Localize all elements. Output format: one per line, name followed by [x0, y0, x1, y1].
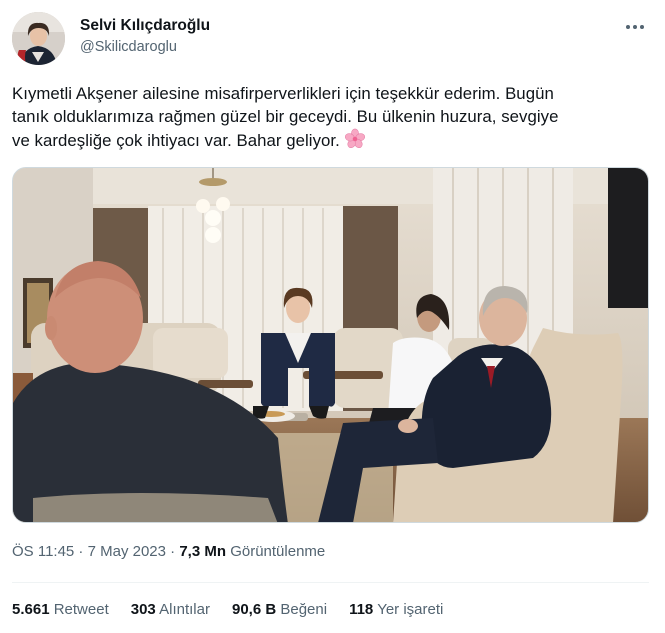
author-handle[interactable]: @Skilicdaroglu [80, 37, 210, 57]
quotes-stat[interactable]: 303 Alıntılar [131, 600, 210, 620]
meta-separator: · [166, 543, 180, 560]
author-names: Selvi Kılıçdaroğlu @Skilicdaroglu [80, 16, 210, 57]
meta-separator: · [74, 543, 88, 560]
quotes-label: Alıntılar [159, 601, 210, 618]
tweet-text-line: ve kardeşliğe çok ihtiyacı var. Bahar ge… [12, 131, 340, 150]
tweet-text-line: tanık olduklarımıza rağmen güzel bir gec… [12, 107, 559, 126]
tweet-header: Selvi Kılıçdaroğlu @Skilicdaroglu [12, 10, 652, 68]
tweet-text-line-last: ve kardeşliğe çok ihtiyacı var. Bahar ge… [12, 128, 652, 152]
tweet-text-line: Kıymetli Akşener ailesine misafirperverl… [12, 84, 554, 103]
tweet-date[interactable]: 7 May 2023 [88, 543, 166, 560]
tweet-stats: 5.661 Retweet 303 Alıntılar 90,6 B Beğen… [12, 600, 465, 620]
more-options-button[interactable] [620, 14, 650, 40]
more-horizontal-icon [640, 25, 644, 29]
tweet-time[interactable]: ÖS 11:45 [12, 543, 74, 560]
author-display-name[interactable]: Selvi Kılıçdaroğlu [80, 16, 210, 35]
views-count: 7,3 Mn [179, 543, 227, 560]
tweet-card: Selvi Kılıçdaroğlu @Skilicdaroglu Kıymet… [0, 0, 665, 633]
tweet-text: Kıymetli Akşener ailesine misafirperverl… [12, 82, 652, 152]
avatar[interactable] [12, 12, 65, 65]
views-label: Görüntülenme [230, 543, 326, 560]
bookmarks-stat[interactable]: 118 Yer işareti [349, 600, 443, 620]
divider [12, 582, 649, 583]
more-horizontal-icon [633, 25, 637, 29]
more-horizontal-icon [626, 25, 630, 29]
bookmarks-label: Yer işareti [377, 601, 444, 618]
likes-label: Beğeni [280, 601, 328, 618]
tweet-meta: ÖS 11:45 · 7 May 2023 · 7,3 Mn Görüntüle… [12, 542, 325, 562]
quotes-count: 303 [130, 601, 156, 618]
cherry-blossom-emoji [344, 128, 365, 149]
tweet-photo[interactable] [12, 167, 649, 523]
bookmarks-count: 118 [349, 601, 374, 618]
retweets-label: Retweet [53, 601, 109, 618]
likes-count: 90,6 B [231, 601, 277, 618]
retweets-stat[interactable]: 5.661 Retweet [12, 600, 109, 620]
likes-stat[interactable]: 90,6 B Beğeni [232, 600, 327, 620]
retweets-count: 5.661 [12, 601, 50, 618]
